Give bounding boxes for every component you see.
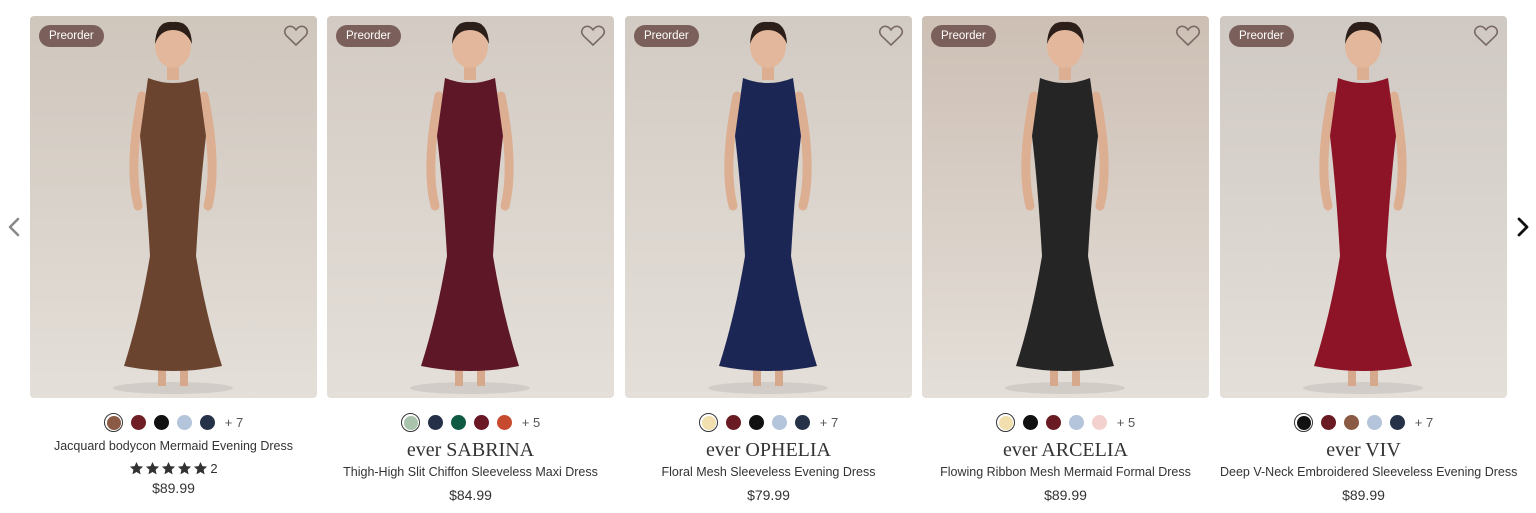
- star-icon: [178, 461, 192, 474]
- rating: 2: [30, 459, 317, 477]
- preorder-badge: Preorder: [931, 25, 996, 47]
- color-swatch[interactable]: [1366, 414, 1382, 430]
- color-swatch[interactable]: [1343, 414, 1359, 430]
- model-photo-illustration: [30, 16, 317, 398]
- color-swatch[interactable]: [496, 414, 512, 430]
- chevron-left-icon: [8, 217, 20, 237]
- product-photo[interactable]: Preorder: [625, 16, 912, 398]
- color-swatch[interactable]: [995, 412, 1015, 432]
- preorder-badge: Preorder: [1229, 25, 1294, 47]
- chevron-right-icon: [1517, 217, 1529, 237]
- wishlist-button[interactable]: [1175, 24, 1201, 48]
- color-swatch[interactable]: [1091, 414, 1107, 430]
- carousel-prev-button[interactable]: [2, 214, 26, 240]
- product-brand[interactable]: ever OPHELIA: [625, 438, 912, 462]
- preorder-badge: Preorder: [336, 25, 401, 47]
- product-title[interactable]: Floral Mesh Sleeveless Evening Dress: [625, 464, 912, 480]
- product-photo[interactable]: Preorder: [1220, 16, 1507, 398]
- product-photo[interactable]: Preorder: [327, 16, 614, 398]
- color-swatch[interactable]: [1389, 414, 1405, 430]
- star-icon: [146, 461, 160, 474]
- model-photo-illustration: [1220, 16, 1507, 398]
- color-swatches: + 7: [1220, 412, 1507, 432]
- product-price: $89.99: [152, 480, 195, 496]
- color-swatches: + 7: [625, 412, 912, 432]
- heart-icon: [1175, 25, 1201, 46]
- wishlist-button[interactable]: [878, 24, 904, 48]
- preorder-badge: Preorder: [39, 25, 104, 47]
- color-swatch[interactable]: [1068, 414, 1084, 430]
- product-list: Preorder + 7 Jacquard bodycon Mermaid Even…: [30, 16, 1517, 513]
- color-swatch[interactable]: [450, 414, 466, 430]
- product-carousel: Preorder + 7 Jacquard bodycon Mermaid Even…: [0, 0, 1536, 513]
- color-swatch[interactable]: [1320, 414, 1336, 430]
- product-title[interactable]: Deep V-Neck Embroidered Sleeveless Eveni…: [1220, 464, 1517, 480]
- product-photo[interactable]: Preorder: [30, 16, 317, 398]
- color-swatch[interactable]: [176, 414, 192, 430]
- preorder-badge: Preorder: [634, 25, 699, 47]
- product-brand[interactable]: ever SABRINA: [327, 438, 614, 462]
- model-photo-illustration: [922, 16, 1209, 398]
- color-swatch[interactable]: [103, 412, 123, 432]
- more-colors-count[interactable]: + 7: [225, 415, 243, 430]
- color-swatch[interactable]: [427, 414, 443, 430]
- product-photo[interactable]: Preorder: [922, 16, 1209, 398]
- product-title[interactable]: Thigh-High Slit Chiffon Sleeveless Maxi …: [327, 464, 614, 480]
- product-price: $84.99: [449, 487, 492, 503]
- color-swatch[interactable]: [1045, 414, 1061, 430]
- product-brand[interactable]: ever ARCELIA: [922, 438, 1209, 462]
- product-title[interactable]: Jacquard bodycon Mermaid Evening Dress: [30, 438, 317, 454]
- product-card[interactable]: Preorder + 5 ever SABRINA Thigh-High Slit C…: [327, 16, 614, 513]
- color-swatch[interactable]: [1293, 412, 1313, 432]
- star-icon: [194, 461, 208, 474]
- heart-icon: [1473, 25, 1499, 46]
- more-colors-count[interactable]: + 5: [1117, 415, 1135, 430]
- color-swatch[interactable]: [698, 412, 718, 432]
- model-photo-illustration: [327, 16, 614, 398]
- star-icon: [162, 461, 176, 474]
- color-swatch[interactable]: [725, 414, 741, 430]
- color-swatch[interactable]: [771, 414, 787, 430]
- color-swatches: + 5: [327, 412, 614, 432]
- color-swatch[interactable]: [400, 412, 420, 432]
- product-card[interactable]: Preorder + 7 Jacquard bodycon Mermaid Even…: [30, 16, 317, 513]
- heart-icon: [878, 25, 904, 46]
- color-swatch[interactable]: [473, 414, 489, 430]
- color-swatches: + 5: [922, 412, 1209, 432]
- color-swatch[interactable]: [130, 414, 146, 430]
- wishlist-button[interactable]: [283, 24, 309, 48]
- more-colors-count[interactable]: + 7: [820, 415, 838, 430]
- color-swatch[interactable]: [153, 414, 169, 430]
- product-card[interactable]: Preorder + 7 ever OPHELIA Floral Mesh Sleev…: [625, 16, 912, 513]
- product-title[interactable]: Flowing Ribbon Mesh Mermaid Formal Dress: [922, 464, 1209, 480]
- product-price: $79.99: [747, 487, 790, 503]
- model-photo-illustration: [625, 16, 912, 398]
- color-swatch[interactable]: [794, 414, 810, 430]
- review-count[interactable]: 2: [210, 461, 217, 476]
- heart-icon: [283, 25, 309, 46]
- color-swatches: + 7: [30, 412, 317, 432]
- color-swatch[interactable]: [748, 414, 764, 430]
- product-brand[interactable]: ever VIV: [1220, 438, 1507, 462]
- color-swatch[interactable]: [199, 414, 215, 430]
- heart-icon: [580, 25, 606, 46]
- product-price: $89.99: [1342, 487, 1385, 503]
- color-swatch[interactable]: [1022, 414, 1038, 430]
- star-icon: [130, 461, 144, 474]
- product-card[interactable]: Preorder + 7 ever VIV Deep V-Neck Embroider…: [1220, 16, 1517, 513]
- wishlist-button[interactable]: [1473, 24, 1499, 48]
- product-price: $89.99: [1044, 487, 1087, 503]
- carousel-next-button[interactable]: [1511, 214, 1535, 240]
- more-colors-count[interactable]: + 5: [522, 415, 540, 430]
- product-card[interactable]: Preorder + 5 ever ARCELIA Flowing Ribbon Me…: [922, 16, 1209, 513]
- more-colors-count[interactable]: + 7: [1415, 415, 1433, 430]
- wishlist-button[interactable]: [580, 24, 606, 48]
